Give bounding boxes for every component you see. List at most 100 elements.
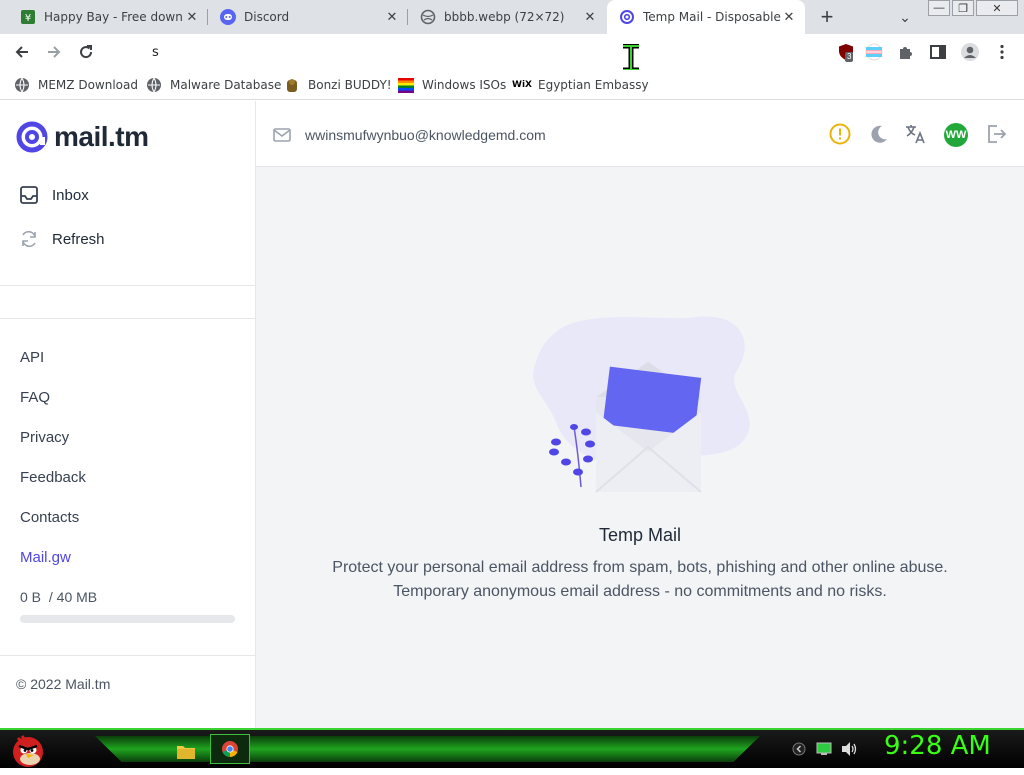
- tab-title: Temp Mail - Disposable Te: [643, 10, 781, 24]
- tab-happy-bay[interactable]: ¥ Happy Bay - Free downlo ✕: [8, 0, 208, 34]
- main-content: Temp Mail Protect your personal email ad…: [256, 167, 1024, 728]
- nav-inbox[interactable]: Inbox: [18, 183, 89, 207]
- address-bar[interactable]: [106, 37, 806, 67]
- nav-label: Inbox: [52, 186, 89, 204]
- bookmark-windows-isos[interactable]: Windows ISOs: [398, 75, 506, 95]
- file-explorer-button[interactable]: [172, 738, 200, 764]
- storage-total: / 40 MB: [48, 589, 98, 605]
- chrome-taskbar-button[interactable]: [210, 734, 250, 764]
- windows-icon: [398, 77, 414, 93]
- reload-button[interactable]: [74, 40, 98, 64]
- link-mail-gw[interactable]: Mail.gw: [20, 549, 71, 566]
- close-icon[interactable]: ✕: [582, 9, 598, 25]
- kebab-menu-icon: [1000, 44, 1004, 60]
- tray-chevron-icon[interactable]: [792, 742, 806, 756]
- extension-badge: 3: [845, 52, 854, 62]
- profile-button[interactable]: [958, 40, 982, 64]
- folder-icon: [177, 746, 195, 759]
- minimize-button[interactable]: —: [928, 0, 950, 16]
- close-icon[interactable]: ✕: [781, 9, 797, 25]
- bookmark-label: Egyptian Embassy: [538, 78, 649, 92]
- link-feedback[interactable]: Feedback: [20, 469, 86, 486]
- email-address[interactable]: wwinsmufwynbuo@knowledgemd.com: [305, 127, 546, 143]
- link-api[interactable]: API: [20, 349, 44, 366]
- empty-inbox-illustration: [533, 316, 750, 493]
- text-cursor-icon: [620, 43, 642, 73]
- menu-button[interactable]: [990, 40, 1014, 64]
- bookmark-label: Malware Database: [170, 78, 282, 92]
- tab-discord[interactable]: Discord ✕: [208, 0, 408, 34]
- flag-extension-button[interactable]: [862, 40, 886, 64]
- copyright: © 2022 Mail.tm: [16, 676, 111, 692]
- tab-title: bbbb.webp (72×72): [444, 10, 565, 24]
- restore-button[interactable]: ❐: [952, 0, 974, 16]
- refresh-icon: [18, 228, 40, 250]
- angry-bird-icon: [13, 735, 43, 767]
- forward-arrow-icon: [48, 46, 61, 58]
- bookmark-egyptian-embassy[interactable]: WiX Egyptian Embassy: [512, 75, 649, 95]
- browser-toolbar: 3: [0, 34, 1024, 73]
- back-button[interactable]: [10, 40, 34, 64]
- tab-title: Happy Bay - Free downlo: [44, 10, 184, 24]
- puzzle-icon: [900, 47, 912, 59]
- new-tab-button[interactable]: +: [814, 4, 840, 30]
- flag-icon: [865, 43, 883, 61]
- tab-title: Discord: [244, 10, 290, 24]
- nav-refresh[interactable]: Refresh: [18, 227, 105, 251]
- bonzi-icon: [284, 77, 300, 93]
- empty-description-line1: Protect your personal email address from…: [332, 559, 948, 576]
- warning-button[interactable]: [828, 122, 852, 146]
- tab-search-button[interactable]: ⌄: [894, 6, 916, 28]
- inbox-icon: [18, 184, 40, 206]
- bookmark-malware-database[interactable]: Malware Database: [146, 75, 281, 95]
- moon-icon: [871, 125, 887, 143]
- divider: [0, 285, 255, 286]
- translate-icon: [906, 125, 925, 144]
- wix-icon: WiX: [512, 80, 532, 90]
- back-arrow-icon: [15, 46, 28, 58]
- nav-label: Refresh: [52, 230, 105, 248]
- link-contacts[interactable]: Contacts: [20, 509, 79, 526]
- profile-icon: [961, 43, 979, 61]
- extensions-button[interactable]: [894, 40, 918, 64]
- avatar[interactable]: WW: [944, 123, 968, 147]
- tab-temp-mail[interactable]: Temp Mail - Disposable Te ✕: [607, 0, 805, 34]
- site-logo[interactable]: mail.tm: [16, 121, 149, 153]
- logout-button[interactable]: [984, 122, 1008, 146]
- language-button[interactable]: [904, 122, 928, 146]
- close-icon[interactable]: ✕: [384, 9, 400, 25]
- bookmarks-bar: MEMZ Download Malware Database Bonzi BUD…: [0, 70, 1024, 100]
- tab-bbbb[interactable]: bbbb.webp (72×72) ✕: [408, 0, 606, 34]
- bookmark-label: Windows ISOs: [422, 78, 507, 92]
- volume-icon[interactable]: [840, 741, 858, 757]
- forward-button[interactable]: [42, 40, 66, 64]
- empty-description-line2: Temporary anonymous email address - no c…: [393, 583, 887, 600]
- close-icon[interactable]: ✕: [184, 9, 200, 25]
- logo-text: mail.tm: [54, 121, 149, 152]
- side-panel-button[interactable]: [926, 40, 950, 64]
- happy-bay-favicon: ¥: [20, 9, 36, 25]
- link-faq[interactable]: FAQ: [20, 389, 50, 406]
- network-icon[interactable]: [816, 742, 832, 756]
- mailtm-favicon: [619, 9, 635, 25]
- globe-icon: [146, 77, 162, 93]
- taskbar-clock[interactable]: 9:28 AM: [884, 731, 991, 761]
- bookmark-label: Bonzi BUDDY!: [308, 78, 392, 92]
- window-close-button[interactable]: ✕: [976, 0, 1018, 16]
- alert-circle-icon: [829, 123, 851, 145]
- bookmark-memz[interactable]: MEMZ Download: [14, 75, 138, 95]
- logout-icon: [988, 125, 1007, 143]
- start-button[interactable]: [8, 730, 48, 770]
- empty-title: Temp Mail: [598, 525, 682, 545]
- bookmark-bonzi-buddy[interactable]: Bonzi BUDDY!: [284, 75, 392, 95]
- ublock-extension-button[interactable]: 3: [834, 40, 858, 64]
- reload-icon: [80, 45, 93, 59]
- link-privacy[interactable]: Privacy: [20, 429, 69, 446]
- storage-usage: 0 B / 40 MB: [20, 589, 97, 605]
- dark-mode-button[interactable]: [867, 122, 891, 146]
- side-panel-icon: [930, 45, 946, 59]
- mail-icon: [272, 125, 292, 145]
- divider: [0, 655, 255, 656]
- storage-used: 0 B: [20, 589, 42, 605]
- globe-favicon: [420, 9, 436, 25]
